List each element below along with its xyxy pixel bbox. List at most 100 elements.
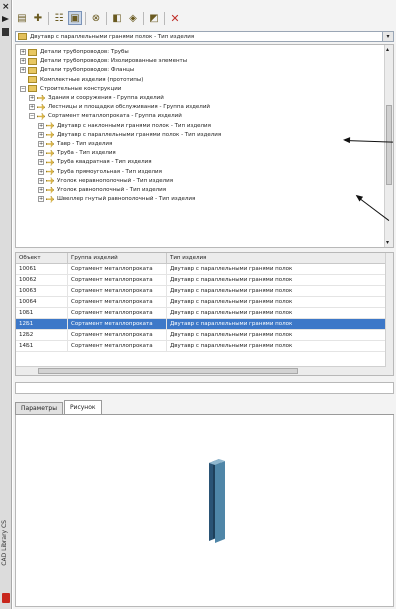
table-row[interactable]: 10062 Сортамент металлопроката Двутавр с п… <box>16 275 386 286</box>
folder-icon[interactable]: ▤ <box>15 11 29 25</box>
add-icon[interactable]: ✚ <box>31 11 45 25</box>
preview-panel <box>15 415 394 607</box>
toolbar-separator <box>143 11 144 25</box>
item-type-icon <box>46 131 54 139</box>
delete-icon[interactable]: ✕ <box>168 11 182 25</box>
tree-node-label: Двутавр с параллельными гранями полок - … <box>57 131 222 138</box>
scroll-down-icon[interactable]: ▾ <box>386 239 389 246</box>
export-icon[interactable]: ◧ <box>110 11 124 25</box>
i-beam-preview <box>209 459 225 543</box>
tree-expander-icon[interactable]: − <box>20 85 26 92</box>
scroll-thumb[interactable] <box>386 105 392 185</box>
tree-node[interactable]: + Труба квадратная - Тип изделия <box>38 158 152 166</box>
tree-node[interactable]: + Детали трубопроводов: Изолированные эле… <box>20 57 187 65</box>
tree-node[interactable]: Комплектные изделия (прототипы) <box>20 76 143 84</box>
path-selector[interactable]: Двутавр с параллельными гранями полок - … <box>15 31 394 42</box>
tree-node[interactable]: + Двутавр с наклонными гранями полок - Ти… <box>38 122 211 130</box>
tree-expander-icon[interactable]: + <box>38 187 44 193</box>
tab-parameters[interactable]: Параметры <box>15 402 63 414</box>
table-row[interactable]: 14Б1 Сортамент металлопроката Двутавр с па… <box>16 341 386 352</box>
table-header: Объект Группа изделий Тип изделия <box>16 253 386 264</box>
close-icon[interactable]: × <box>2 2 10 12</box>
table-row[interactable]: 12Б1 Сортамент металлопроката Двутавр с па… <box>16 319 386 330</box>
column-header-type[interactable]: Тип изделия <box>167 253 386 264</box>
tree-node-label: Детали трубопроводов: Изолированные элем… <box>40 58 188 65</box>
scroll-thumb[interactable] <box>38 368 298 374</box>
tree-node[interactable]: + Уголок равнополочный - Тип изделия <box>38 186 166 194</box>
tree-node[interactable]: + Здания и сооружения - Группа изделий <box>29 94 164 102</box>
tab-picture[interactable]: Рисунок <box>63 400 102 414</box>
tree-node[interactable]: + Труба прямоугольная - Тип изделия <box>38 168 162 176</box>
tree-node[interactable]: + Труба - Тип изделия <box>38 149 116 157</box>
tree-expander-icon[interactable]: + <box>29 104 35 111</box>
cell-object: 10064 <box>16 297 68 308</box>
auto-hide-icon[interactable] <box>2 16 9 22</box>
tree-node[interactable]: − Строительные конструкции <box>20 85 121 93</box>
tree-expander-icon[interactable]: + <box>38 177 44 184</box>
tree-node-label: Лестницы и площадки обслуживания - Групп… <box>48 104 210 111</box>
tab-bar: Параметры Рисунок <box>15 400 394 415</box>
folder-icon <box>28 48 37 56</box>
tree-expander-icon[interactable]: + <box>38 131 44 138</box>
column-header-object[interactable]: Объект <box>16 253 68 264</box>
table-row[interactable]: 10061 Сортамент металлопроката Двутавр с п… <box>16 264 386 275</box>
tree-expander-icon[interactable]: + <box>38 196 44 203</box>
tree-node[interactable]: + Лестницы и площадки обслуживания - Груп… <box>29 103 210 111</box>
objects-table: Объект Группа изделий Тип изделия 10061 С… <box>15 252 394 376</box>
tree-node[interactable]: + Уголок неравнополочный - Тип изделия <box>38 177 173 185</box>
library-palette: ▤ ✚ ☷ ▣ ⊗ ◧ ◈ ◩ ✕ Двутавр с параллельным… <box>13 0 396 609</box>
cell-object: 12Б2 <box>16 330 68 341</box>
cell-object: 10063 <box>16 286 68 297</box>
cell-type: Двутавр с параллельными гранями полок <box>167 341 386 352</box>
table-horizontal-scrollbar[interactable] <box>16 366 386 375</box>
tree-expander-icon[interactable]: + <box>20 49 26 55</box>
table-row[interactable]: 10Б1 Сортамент металлопроката Двутавр с па… <box>16 308 386 319</box>
tree-expander-icon[interactable]: + <box>38 168 44 175</box>
beam-flange-front <box>215 461 225 543</box>
cell-type: Двутавр с параллельными гранями полок <box>167 275 386 286</box>
dropdown-icon[interactable]: ▾ <box>382 32 393 41</box>
path-value: Двутавр с параллельными гранями полок - … <box>30 33 195 40</box>
cell-type: Двутавр с параллельными гранями полок <box>167 308 386 319</box>
properties-icon[interactable]: ◩ <box>147 11 161 25</box>
cell-group: Сортамент металлопроката <box>68 341 167 352</box>
table-row[interactable]: 10064 Сортамент металлопроката Двутавр с п… <box>16 297 386 308</box>
scroll-up-icon[interactable]: ▴ <box>386 46 389 53</box>
properties-menu-icon[interactable] <box>2 28 9 36</box>
binoculars-icon[interactable]: ⊗ <box>89 11 103 25</box>
i-beam-model <box>209 459 225 543</box>
tree-expander-icon[interactable]: + <box>29 95 35 101</box>
tree-node[interactable]: − Сортамент металлопроката - Группа издел… <box>29 112 182 120</box>
tree-expander-icon[interactable]: + <box>38 150 44 157</box>
tree-node[interactable]: + Детали трубопроводов: Фланцы <box>20 66 134 74</box>
tree-expander-icon[interactable]: + <box>38 159 44 166</box>
tree-node[interactable]: + Детали трубопроводов: Трубы <box>20 48 129 56</box>
tree-node[interactable]: + Швеллер гнутый равнополочный - Тип изде… <box>38 195 195 203</box>
tree-node[interactable]: + Тавр - Тип изделия <box>38 140 112 148</box>
item-type-icon <box>46 122 54 130</box>
cell-group: Сортамент металлопроката <box>68 286 167 297</box>
tree-expander-icon[interactable]: + <box>38 122 44 129</box>
tree-node-label: Детали трубопроводов: Трубы <box>40 49 129 55</box>
table-row[interactable]: 12Б2 Сортамент металлопроката Двутавр с па… <box>16 330 386 341</box>
table-vertical-scrollbar[interactable] <box>385 253 393 375</box>
cell-object: 14Б1 <box>16 341 68 352</box>
tree-expander-icon[interactable]: + <box>20 67 26 74</box>
palette-title-strip: × CAD Library CS <box>0 0 12 609</box>
tree-expander-icon[interactable]: − <box>29 113 35 120</box>
list-view-icon[interactable]: ▣ <box>68 11 82 25</box>
folder-icon <box>28 57 37 65</box>
table-row[interactable]: 10063 Сортамент металлопроката Двутавр с п… <box>16 286 386 297</box>
column-header-group[interactable]: Группа изделий <box>68 253 167 264</box>
folder-icon <box>28 76 37 84</box>
tree-node-label: Труба прямоугольная - Тип изделия <box>57 168 162 175</box>
cell-type: Двутавр с параллельными гранями полок <box>167 286 386 297</box>
cell-object: 10Б1 <box>16 308 68 319</box>
tree-node-label: Комплектные изделия (прототипы) <box>40 76 144 83</box>
tree-expander-icon[interactable]: + <box>38 141 44 147</box>
tree-node[interactable]: + Двутавр с параллельными гранями полок -… <box>38 131 221 139</box>
item-type-icon <box>46 186 54 194</box>
tree-view-icon[interactable]: ☷ <box>52 11 66 25</box>
filter-icon[interactable]: ◈ <box>126 11 140 25</box>
tree-expander-icon[interactable]: + <box>20 58 26 65</box>
